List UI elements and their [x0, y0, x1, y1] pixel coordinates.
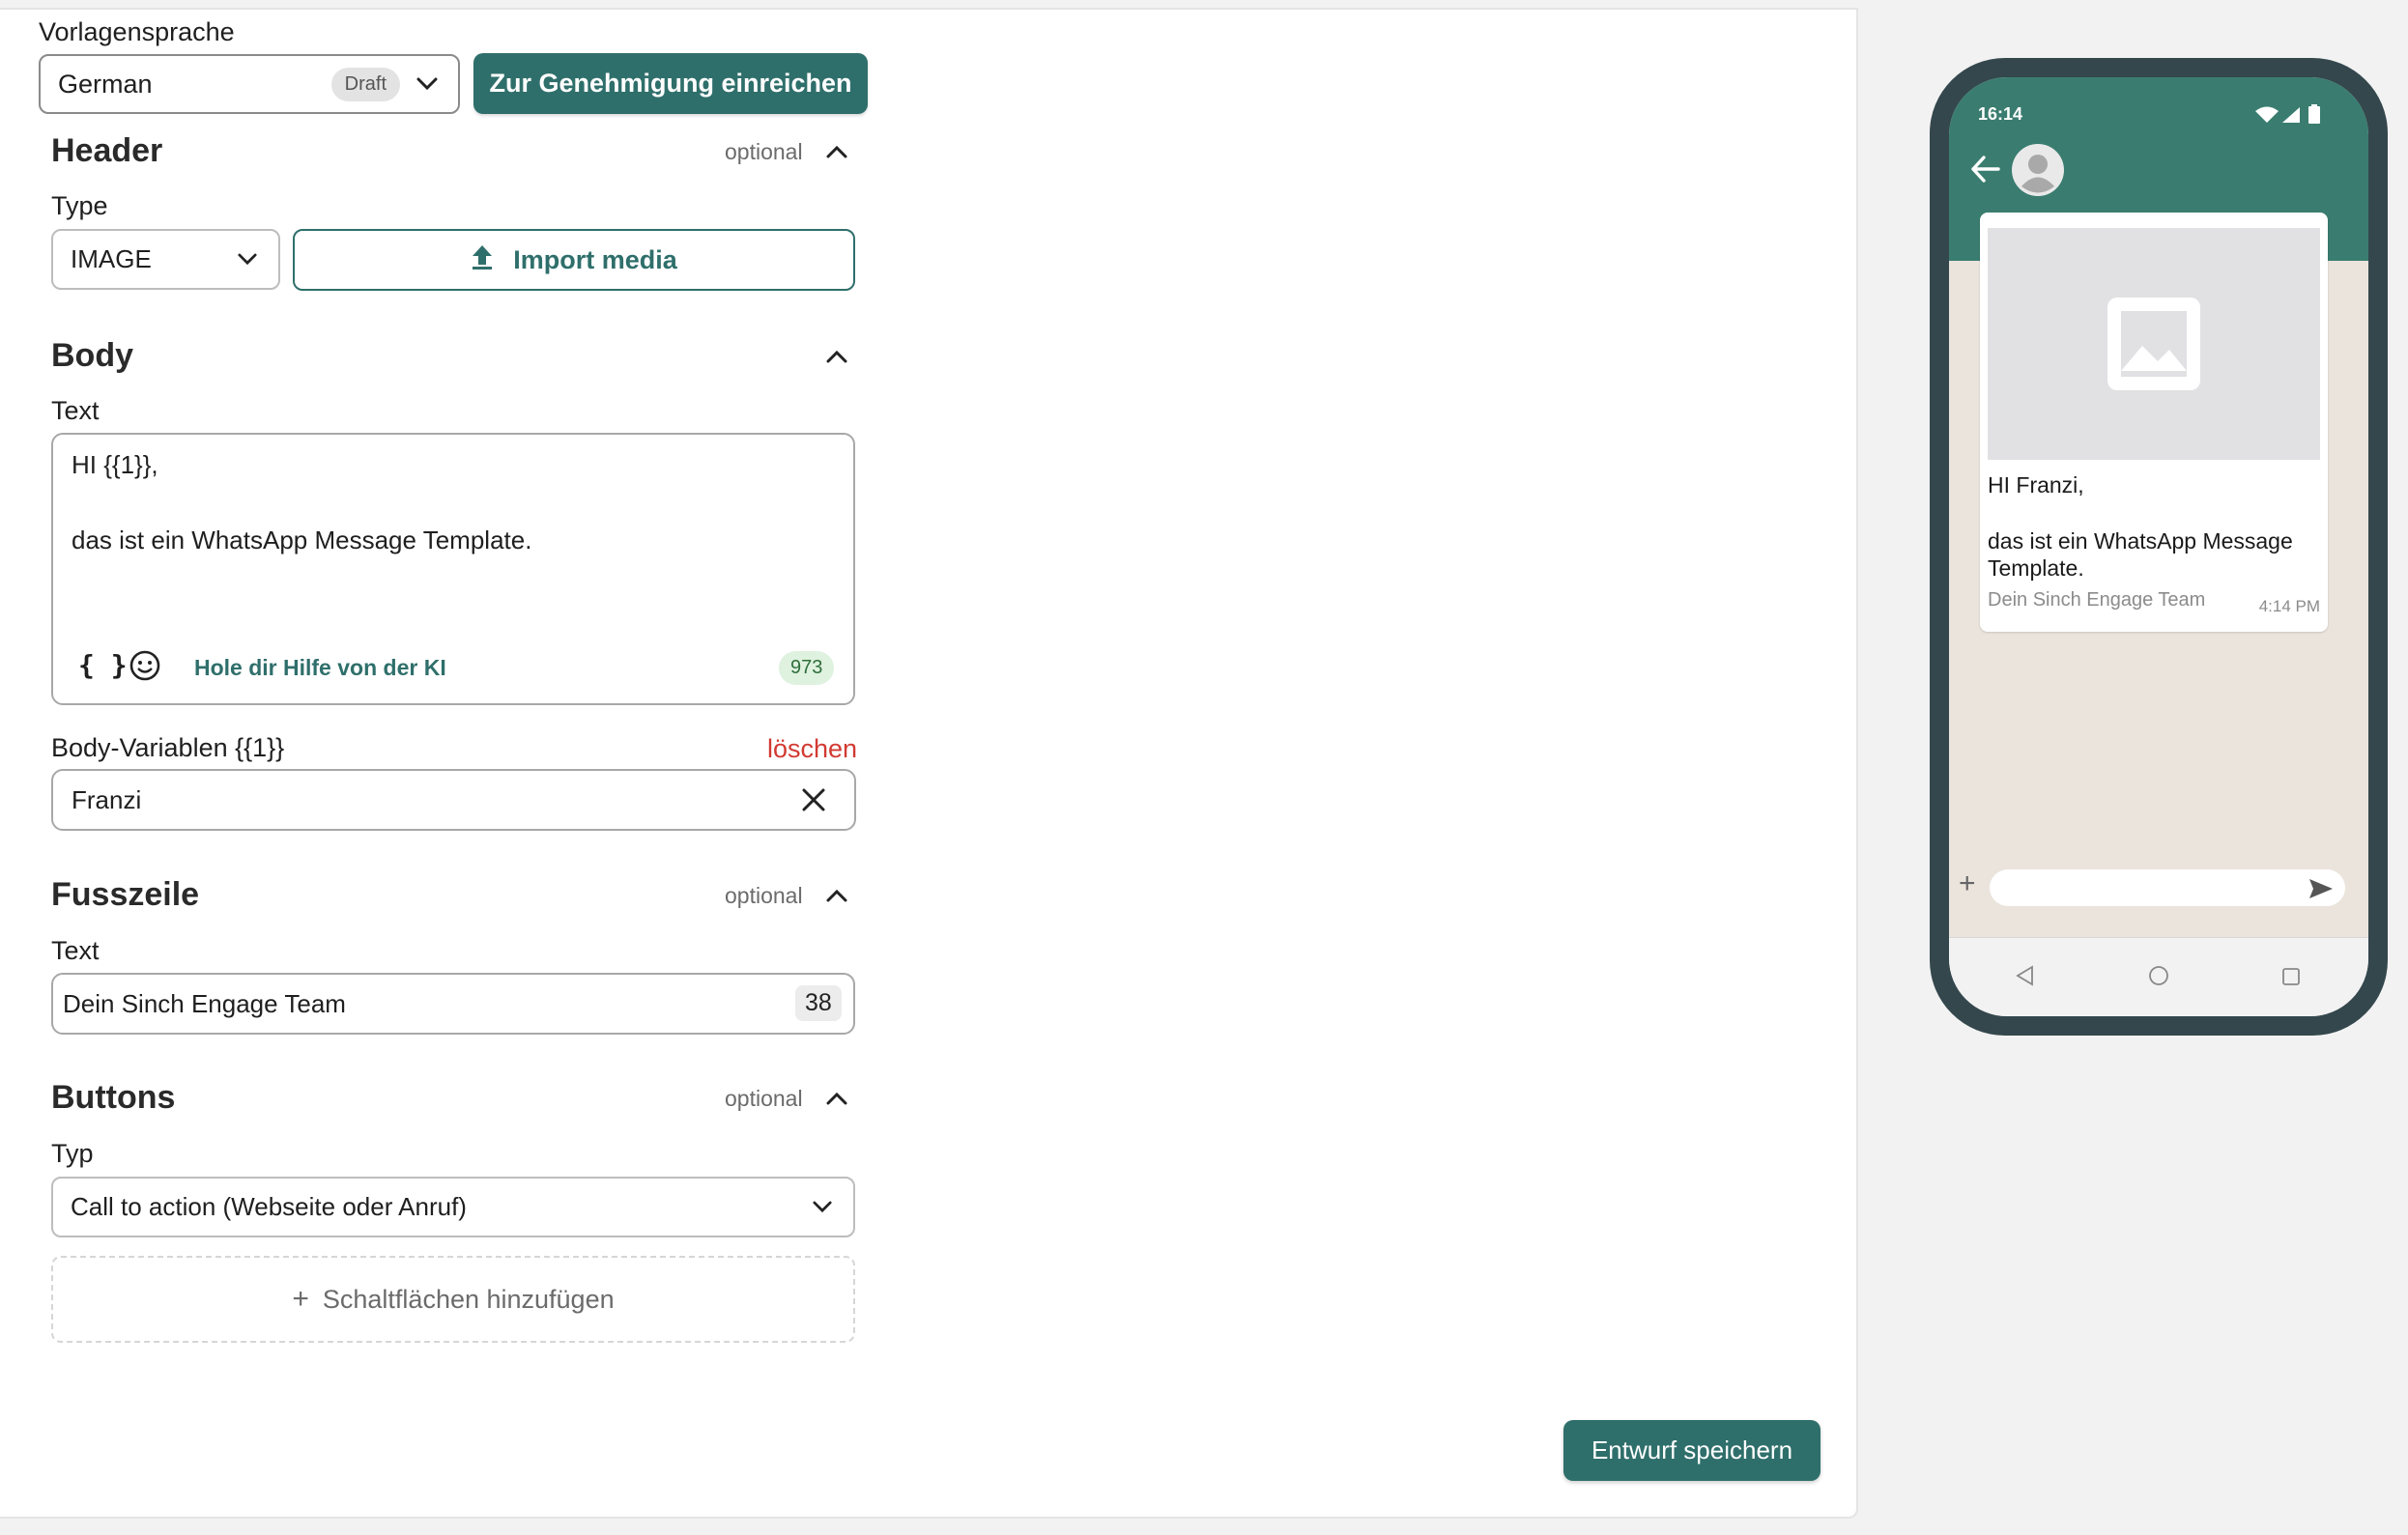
chevron-up-icon[interactable]	[823, 138, 850, 165]
chevron-up-icon[interactable]	[823, 1085, 850, 1112]
image-placeholder	[1988, 228, 2320, 460]
chevron-down-icon	[809, 1194, 836, 1221]
back-arrow-icon[interactable]	[1970, 155, 2001, 188]
footer-optional-label: optional	[725, 883, 803, 908]
avatar-icon	[2011, 143, 2065, 202]
body-text-label: Text	[51, 396, 100, 425]
footer-text-label: Text	[51, 936, 100, 965]
close-icon[interactable]	[801, 787, 826, 817]
message-input[interactable]	[1990, 869, 2345, 906]
body-char-counter: 973	[779, 651, 835, 685]
emoji-icon[interactable]	[129, 649, 161, 687]
wifi-icon	[2254, 106, 2279, 128]
buttons-section-title: Buttons	[51, 1079, 176, 1116]
composer-plus-icon[interactable]: +	[1959, 867, 1976, 900]
preview-message-line-2: Template.	[1988, 555, 2084, 581]
delete-variables-link[interactable]: löschen	[767, 734, 857, 764]
body-section-title: Body	[51, 337, 133, 374]
buttons-type-select[interactable]: Call to action (Webseite oder Anruf)	[51, 1177, 855, 1237]
status-badge: Draft	[330, 67, 400, 101]
chevron-down-icon	[234, 246, 261, 273]
save-draft-button[interactable]: Entwurf speichern	[1563, 1420, 1820, 1481]
footer-text-value: Dein Sinch Engage Team	[63, 989, 346, 1018]
chevron-up-icon[interactable]	[823, 343, 850, 370]
header-section-title: Header	[51, 132, 163, 169]
language-label: Vorlagensprache	[39, 17, 235, 46]
signal-icon	[2281, 106, 2301, 128]
import-media-label: Import media	[513, 244, 677, 274]
image-placeholder-icon	[2107, 298, 2200, 395]
nav-home-icon[interactable]	[2148, 965, 2169, 991]
message-bubble: HI Franzi, das ist ein WhatsApp Message …	[1980, 213, 2328, 632]
import-media-button[interactable]: Import media	[293, 229, 855, 291]
battery-icon	[2308, 104, 2320, 128]
add-buttons-button[interactable]: + Schaltflächen hinzufügen	[51, 1256, 855, 1343]
preview-greeting: HI Franzi,	[1988, 472, 2084, 497]
preview-message-line-1: das ist ein WhatsApp Message	[1988, 528, 2293, 554]
header-type-value: IMAGE	[71, 244, 152, 273]
header-type-label: Type	[51, 191, 108, 220]
header-optional-label: optional	[725, 139, 803, 164]
buttons-type-label: Typ	[51, 1139, 94, 1168]
nav-recents-icon[interactable]	[2281, 967, 2301, 991]
ai-help-link[interactable]: Hole dir Hilfe von der KI	[194, 655, 446, 681]
preview-time: 4:14 PM	[2258, 597, 2320, 615]
body-text-line-2: das ist ein WhatsApp Message Template.	[72, 526, 532, 554]
nav-back-icon[interactable]	[2015, 965, 2034, 991]
language-select-value: German	[58, 69, 153, 99]
variable-braces-icon[interactable]: { }	[78, 649, 128, 681]
upload-icon	[471, 243, 494, 277]
phone-preview: 16:14 HI Franzi, das ist ein WhatsApp Me…	[1930, 58, 2388, 1036]
footer-text-input[interactable]: Dein Sinch Engage Team 38	[51, 973, 855, 1035]
submit-for-approval-button[interactable]: Zur Genehmigung einreichen	[473, 53, 868, 114]
preview-footer: Dein Sinch Engage Team	[1988, 589, 2206, 611]
buttons-type-value: Call to action (Webseite oder Anruf)	[71, 1192, 467, 1221]
chat-composer: +	[1949, 850, 2368, 937]
footer-char-counter: 38	[795, 985, 842, 1021]
footer-section-title: Fusszeile	[51, 876, 200, 913]
android-nav-bar	[1949, 937, 2368, 1016]
body-text-area[interactable]: HI {{1}}, das ist ein WhatsApp Message T…	[51, 433, 855, 705]
header-type-select[interactable]: IMAGE	[51, 229, 280, 290]
plus-icon: +	[292, 1283, 309, 1315]
body-variable-value: Franzi	[72, 785, 142, 814]
body-text-line-1: HI {{1}},	[72, 450, 158, 479]
status-time: 16:14	[1978, 104, 2023, 124]
chevron-up-icon[interactable]	[823, 882, 850, 909]
add-buttons-label: Schaltflächen hinzufügen	[322, 1284, 615, 1314]
language-select[interactable]: German Draft	[39, 54, 460, 114]
body-variable-input[interactable]: Franzi	[51, 769, 856, 831]
body-variables-label: Body-Variablen {{1}}	[51, 733, 285, 762]
buttons-optional-label: optional	[725, 1086, 803, 1111]
send-icon[interactable]	[2308, 878, 2334, 904]
chevron-down-icon	[414, 71, 441, 98]
phone-screen: 16:14 HI Franzi, das ist ein WhatsApp Me…	[1949, 77, 2368, 1016]
